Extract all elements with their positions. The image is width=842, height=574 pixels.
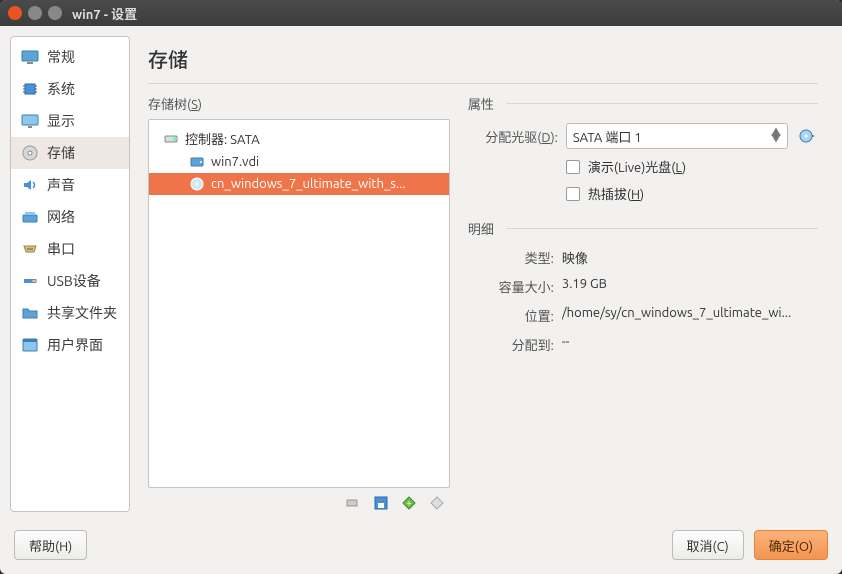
controller-row[interactable]: 控制器: SATA bbox=[149, 126, 449, 151]
chip-icon bbox=[21, 80, 39, 98]
storage-tree-section: 存储树(S) 控制器: SATA win7.vdi cn_windows_ bbox=[148, 94, 450, 512]
storage-tree-label: 存储树(S) bbox=[148, 94, 450, 113]
tree-item-label: cn_windows_7_ultimate_with_s... bbox=[211, 177, 406, 191]
window-title: win7 - 设置 bbox=[72, 4, 137, 23]
drive-select[interactable]: SATA 端口 1 ▲▼ bbox=[566, 123, 788, 149]
page-title: 存储 bbox=[148, 36, 818, 84]
serial-icon bbox=[21, 240, 39, 258]
disk-icon bbox=[21, 144, 39, 162]
add-attachment-icon[interactable]: + bbox=[400, 494, 418, 512]
remove-attachment-icon[interactable] bbox=[428, 494, 446, 512]
tree-item-vdi[interactable]: win7.vdi bbox=[149, 151, 449, 173]
minimize-icon[interactable] bbox=[28, 6, 42, 20]
network-icon bbox=[21, 208, 39, 226]
sound-icon bbox=[21, 176, 39, 194]
ok-button[interactable]: 确定(O) bbox=[754, 530, 828, 560]
storage-tree[interactable]: 控制器: SATA win7.vdi cn_windows_7_ultimate… bbox=[148, 119, 450, 488]
live-cd-checkbox[interactable] bbox=[566, 160, 580, 174]
folder-icon bbox=[21, 304, 39, 322]
sidebar-item-label: 存储 bbox=[47, 143, 75, 163]
monitor-icon bbox=[21, 48, 39, 66]
close-icon[interactable] bbox=[8, 6, 22, 20]
sidebar-item-user-interface[interactable]: 用户界面 bbox=[11, 329, 129, 361]
detail-value-type: 映像 bbox=[562, 248, 818, 267]
dialog-footer: 帮助(H) 取消(C) 确定(O) bbox=[0, 522, 842, 574]
settings-window: win7 - 设置 常规 系统 显示 存储 声音 bbox=[0, 0, 842, 574]
svg-text:+: + bbox=[406, 498, 411, 508]
drive-select-value: SATA 端口 1 bbox=[573, 127, 642, 146]
sidebar-item-label: 用户界面 bbox=[47, 335, 103, 355]
hotplug-checkbox[interactable] bbox=[566, 187, 580, 201]
sidebar-item-storage[interactable]: 存储 bbox=[11, 137, 129, 169]
display-icon bbox=[21, 112, 39, 130]
detail-label-location: 位置: bbox=[468, 306, 554, 325]
detail-value-size: 3.19 GB bbox=[562, 277, 818, 296]
maximize-icon[interactable] bbox=[48, 6, 62, 20]
sidebar-item-shared-folders[interactable]: 共享文件夹 bbox=[11, 297, 129, 329]
sidebar-item-label: 网络 bbox=[47, 207, 75, 227]
choose-disc-icon[interactable] bbox=[796, 125, 818, 147]
detail-label-size: 容量大小: bbox=[468, 277, 554, 296]
sidebar-item-label: USB设备 bbox=[47, 271, 101, 291]
detail-label-attached: 分配到: bbox=[468, 335, 554, 354]
main-panel: 存储 存储树(S) 控制器: SATA win7.vdi bbox=[130, 36, 832, 512]
tree-toolbar: + bbox=[148, 488, 450, 512]
drive-label: 分配光驱(D): bbox=[468, 127, 558, 146]
sidebar-item-label: 系统 bbox=[47, 79, 75, 99]
spinner-arrows-icon: ▲▼ bbox=[771, 130, 781, 142]
attributes-label: 属性 bbox=[468, 94, 502, 113]
sidebar-item-serial[interactable]: 串口 bbox=[11, 233, 129, 265]
sidebar-item-label: 声音 bbox=[47, 175, 75, 195]
controller-label: 控制器: SATA bbox=[185, 129, 260, 148]
add-controller-icon[interactable] bbox=[344, 494, 362, 512]
cancel-button[interactable]: 取消(C) bbox=[672, 530, 744, 560]
save-icon[interactable] bbox=[372, 494, 390, 512]
sidebar-item-system[interactable]: 系统 bbox=[11, 73, 129, 105]
sidebar-item-label: 串口 bbox=[47, 239, 75, 259]
detail-value-attached: -- bbox=[562, 335, 818, 354]
sidebar-item-network[interactable]: 网络 bbox=[11, 201, 129, 233]
sidebar-item-label: 显示 bbox=[47, 111, 75, 131]
tree-item-iso[interactable]: cn_windows_7_ultimate_with_s... bbox=[149, 173, 449, 195]
sidebar-item-label: 常规 bbox=[47, 47, 75, 67]
controller-icon bbox=[163, 131, 179, 147]
details-label: 明细 bbox=[468, 219, 502, 238]
ui-icon bbox=[21, 336, 39, 354]
attributes-section: 属性 分配光驱(D): SATA 端口 1 ▲▼ 演示(Live)光盘(L bbox=[468, 94, 818, 512]
hdd-icon bbox=[189, 154, 205, 170]
sidebar-item-label: 共享文件夹 bbox=[47, 303, 117, 323]
sidebar-item-display[interactable]: 显示 bbox=[11, 105, 129, 137]
hotplug-label: 热插拔(H) bbox=[588, 184, 644, 203]
usb-icon bbox=[21, 272, 39, 290]
sidebar: 常规 系统 显示 存储 声音 网络 bbox=[10, 36, 130, 512]
help-button[interactable]: 帮助(H) bbox=[14, 530, 87, 560]
sidebar-item-audio[interactable]: 声音 bbox=[11, 169, 129, 201]
live-cd-label: 演示(Live)光盘(L) bbox=[588, 157, 686, 176]
detail-value-location: /home/sy/cn_windows_7_ultimate_wi... bbox=[562, 306, 818, 325]
sidebar-item-general[interactable]: 常规 bbox=[11, 41, 129, 73]
detail-label-type: 类型: bbox=[468, 248, 554, 267]
disc-icon bbox=[189, 176, 205, 192]
sidebar-item-usb[interactable]: USB设备 bbox=[11, 265, 129, 297]
tree-item-label: win7.vdi bbox=[211, 155, 259, 169]
titlebar: win7 - 设置 bbox=[0, 0, 842, 26]
